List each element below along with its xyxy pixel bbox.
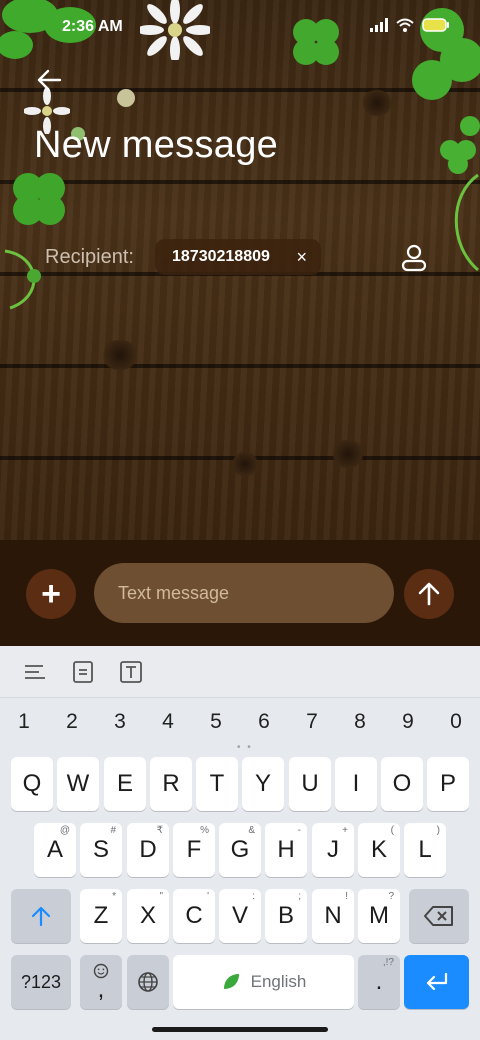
key-y[interactable]: Y <box>242 757 284 811</box>
key-2[interactable]: 2 <box>56 710 88 734</box>
key-x[interactable]: " X <box>127 889 169 943</box>
key-6[interactable]: 6 <box>248 710 280 734</box>
shift-key[interactable] <box>11 889 71 943</box>
key-w[interactable]: W <box>57 757 99 811</box>
key-1[interactable]: 1 <box>8 710 40 734</box>
key-3[interactable]: 3 <box>104 710 136 734</box>
person-icon <box>401 244 427 272</box>
backspace-key[interactable] <box>409 889 469 943</box>
enter-arrow-icon <box>426 972 447 991</box>
recipient-chip[interactable]: 18730218809 × <box>155 239 321 275</box>
key-n[interactable]: ! N <box>312 889 354 943</box>
message-input[interactable] <box>94 563 394 623</box>
arrow-up-icon <box>418 582 440 606</box>
clipboard-icon[interactable] <box>71 660 95 684</box>
key-j[interactable]: + J <box>312 823 354 877</box>
period-key[interactable]: ,!? . <box>358 955 400 1009</box>
back-button[interactable] <box>34 66 66 94</box>
key-t[interactable]: T <box>196 757 238 811</box>
language-key[interactable] <box>127 955 169 1009</box>
dewdrop-decoration-icon <box>117 89 135 107</box>
page-indicator-dots: • • <box>237 742 253 753</box>
key-r[interactable]: R <box>150 757 192 811</box>
key-z[interactable]: * Z <box>80 889 122 943</box>
signal-icon <box>370 18 388 32</box>
shift-arrow-icon <box>31 906 51 927</box>
key-q[interactable]: Q <box>11 757 53 811</box>
key-h[interactable]: -H <box>265 823 307 877</box>
key-o[interactable]: O <box>381 757 423 811</box>
key-u[interactable]: U <box>289 757 331 811</box>
symbols-key[interactable]: ?123 <box>11 955 71 1009</box>
vine-decoration-icon <box>454 173 479 272</box>
key-d[interactable]: ₹ D <box>127 823 169 877</box>
enter-key[interactable] <box>404 955 469 1009</box>
key-g[interactable]: & G <box>219 823 261 877</box>
recipient-label: Recipient: <box>45 246 134 268</box>
menu-lines-icon[interactable] <box>23 660 47 684</box>
contacts-button[interactable] <box>398 242 430 274</box>
backspace-icon <box>424 906 453 926</box>
key-v[interactable]: :V <box>219 889 261 943</box>
keyboard: 1 2 3 4 5 6 7 8 9 0 • • Q W E R T Y U I … <box>0 646 480 1040</box>
key-5[interactable]: 5 <box>200 710 232 734</box>
status-time: 2:36 AM <box>62 18 123 35</box>
battery-icon <box>422 18 449 32</box>
key-4[interactable]: 4 <box>152 710 184 734</box>
wifi-icon <box>396 18 414 32</box>
arrow-left-icon <box>37 69 62 91</box>
leaf-icon <box>223 974 239 989</box>
keyboard-toolbar <box>0 646 480 698</box>
key-l[interactable]: ) L <box>404 823 446 877</box>
key-i[interactable]: I <box>335 757 377 811</box>
recipient-chip-number: 18730218809 <box>172 248 270 265</box>
key-c[interactable]: ' C <box>173 889 215 943</box>
page-title: New message <box>34 124 279 166</box>
text-format-icon[interactable] <box>119 660 143 684</box>
key-s[interactable]: # S <box>80 823 122 877</box>
status-bar: 2:36 AM <box>0 0 480 56</box>
key-p[interactable]: P <box>427 757 469 811</box>
remove-recipient-button[interactable]: × <box>296 247 307 268</box>
key-m[interactable]: ? M <box>358 889 400 943</box>
key-f[interactable]: % F <box>173 823 215 877</box>
add-attachment-button[interactable]: + <box>26 569 76 619</box>
send-button[interactable] <box>404 569 454 619</box>
key-a[interactable]: @ A <box>34 823 76 877</box>
space-bar[interactable]: English <box>173 955 354 1009</box>
status-icons <box>370 18 450 32</box>
clover-decoration-icon <box>13 173 65 225</box>
key-7[interactable]: 7 <box>296 710 328 734</box>
key-b[interactable]: ; B <box>265 889 307 943</box>
key-k[interactable]: (K <box>358 823 400 877</box>
key-e[interactable]: E <box>104 757 146 811</box>
number-row: 1 2 3 4 5 6 7 8 9 0 <box>0 704 480 740</box>
home-indicator[interactable] <box>152 1027 328 1032</box>
key-8[interactable]: 8 <box>344 710 376 734</box>
globe-icon <box>138 972 158 992</box>
key-0[interactable]: 0 <box>440 710 472 734</box>
vine-decoration-icon <box>4 249 41 310</box>
key-9[interactable]: 9 <box>392 710 424 734</box>
emoji-comma-key[interactable]: , <box>80 955 122 1009</box>
